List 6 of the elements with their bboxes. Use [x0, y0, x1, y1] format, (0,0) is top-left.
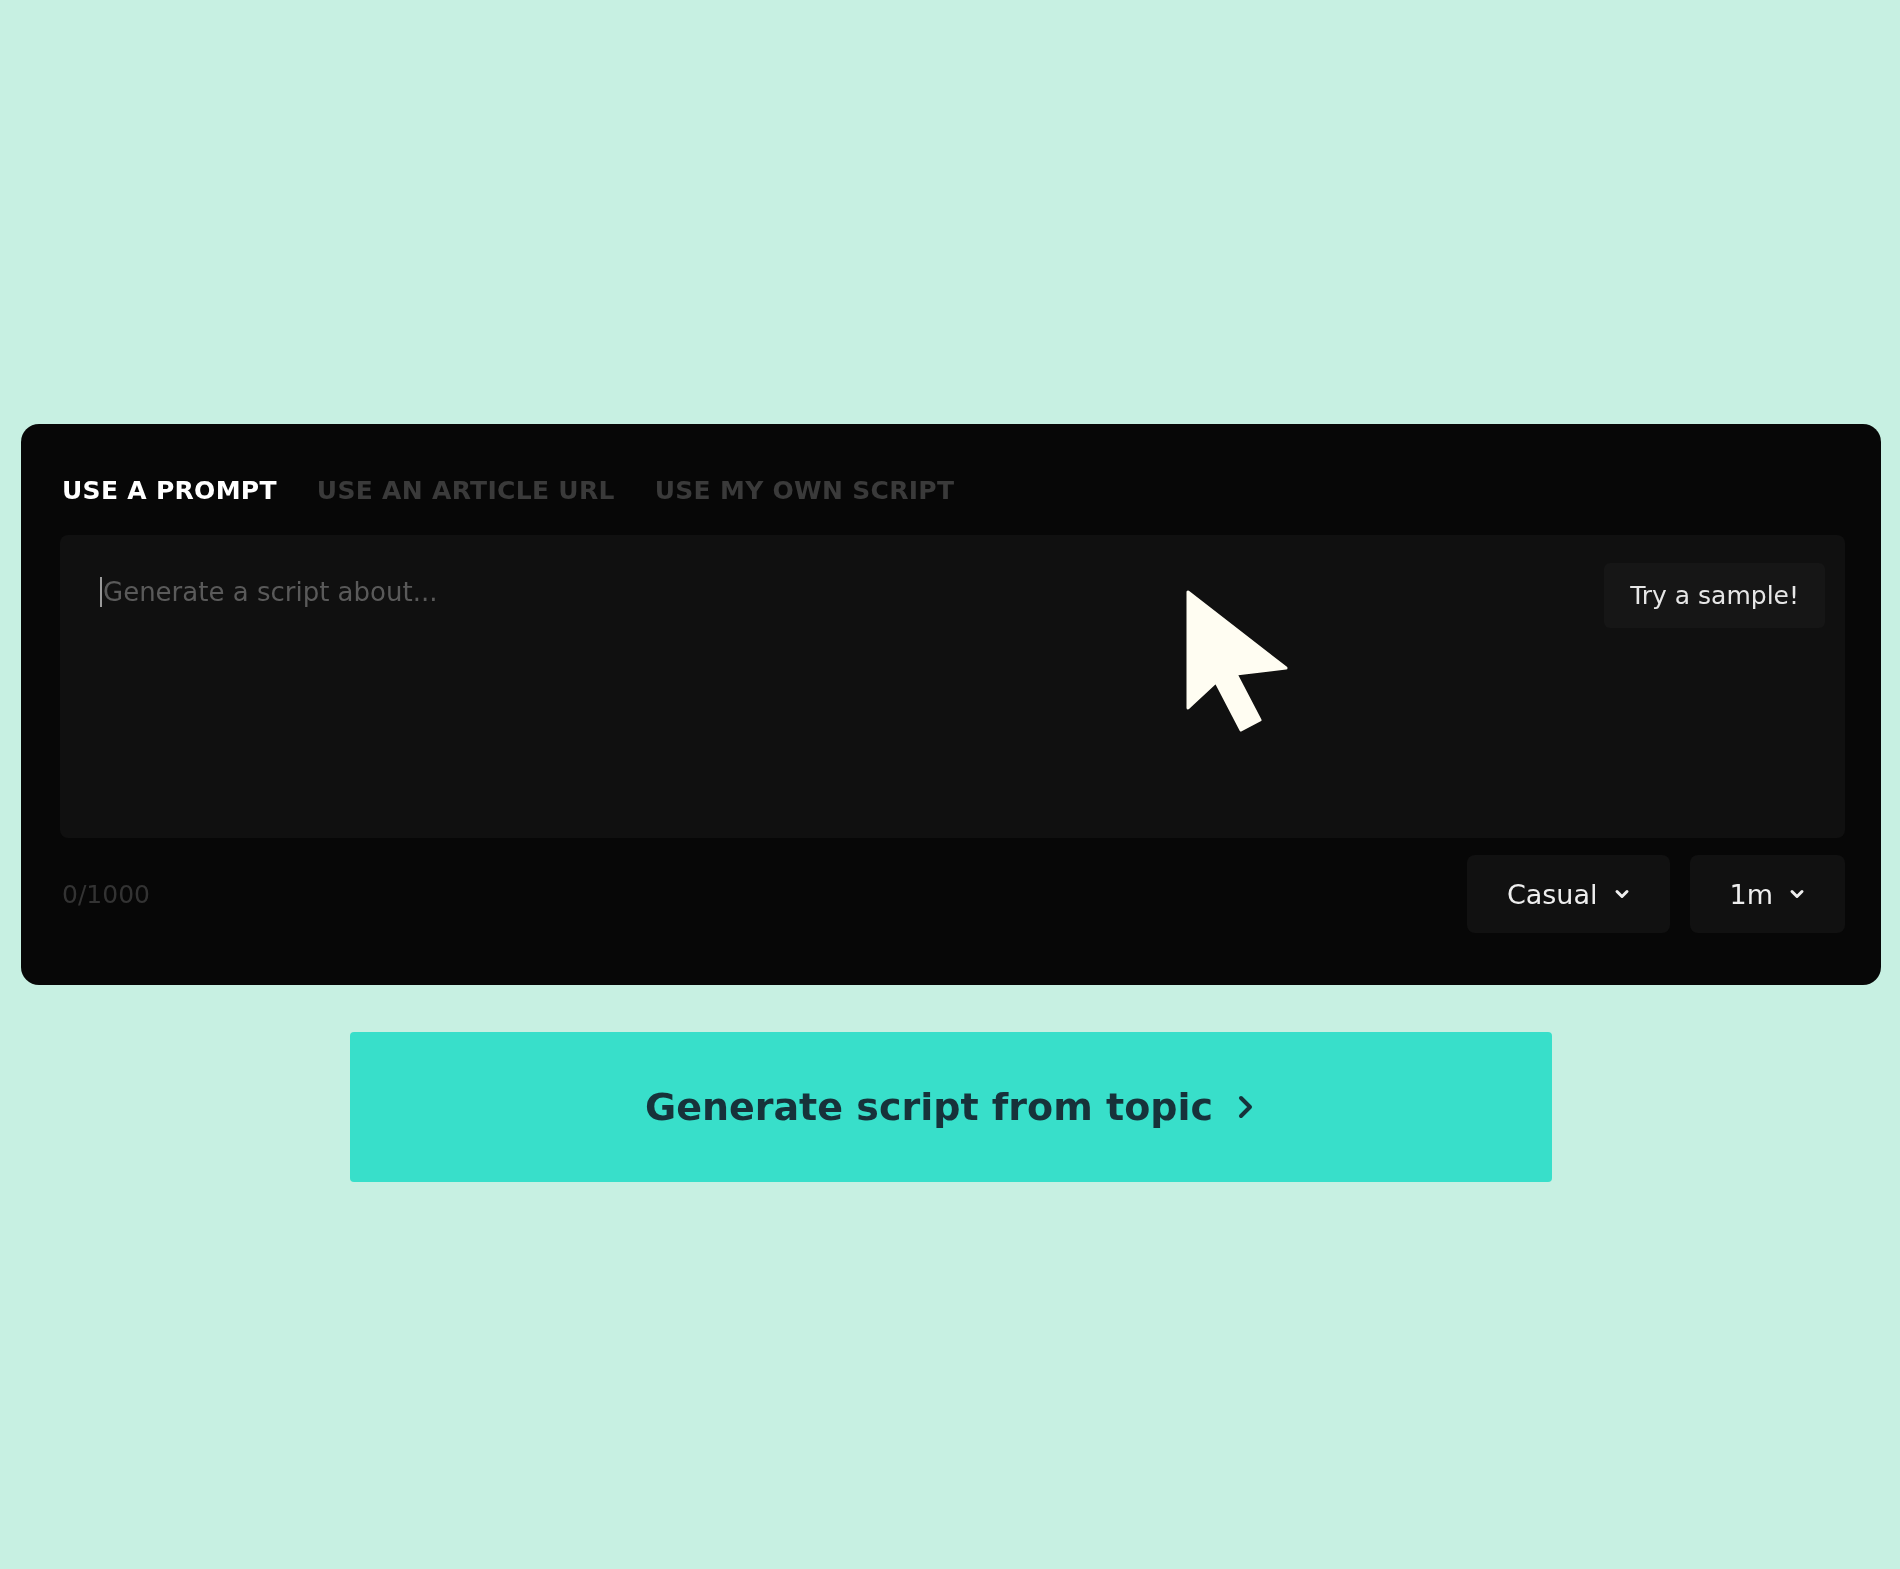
tab[interactable]: USE A PROMPT [62, 476, 277, 505]
generate-button[interactable]: Generate script from topic [350, 1032, 1552, 1182]
dropdown[interactable]: 1m [1689, 855, 1845, 933]
prompt-field[interactable]: Generate a script about... Try a sample! [60, 535, 1845, 838]
dropdown[interactable]: Casual [1466, 855, 1670, 933]
try-sample-button[interactable]: Try a sample! [1604, 563, 1825, 628]
